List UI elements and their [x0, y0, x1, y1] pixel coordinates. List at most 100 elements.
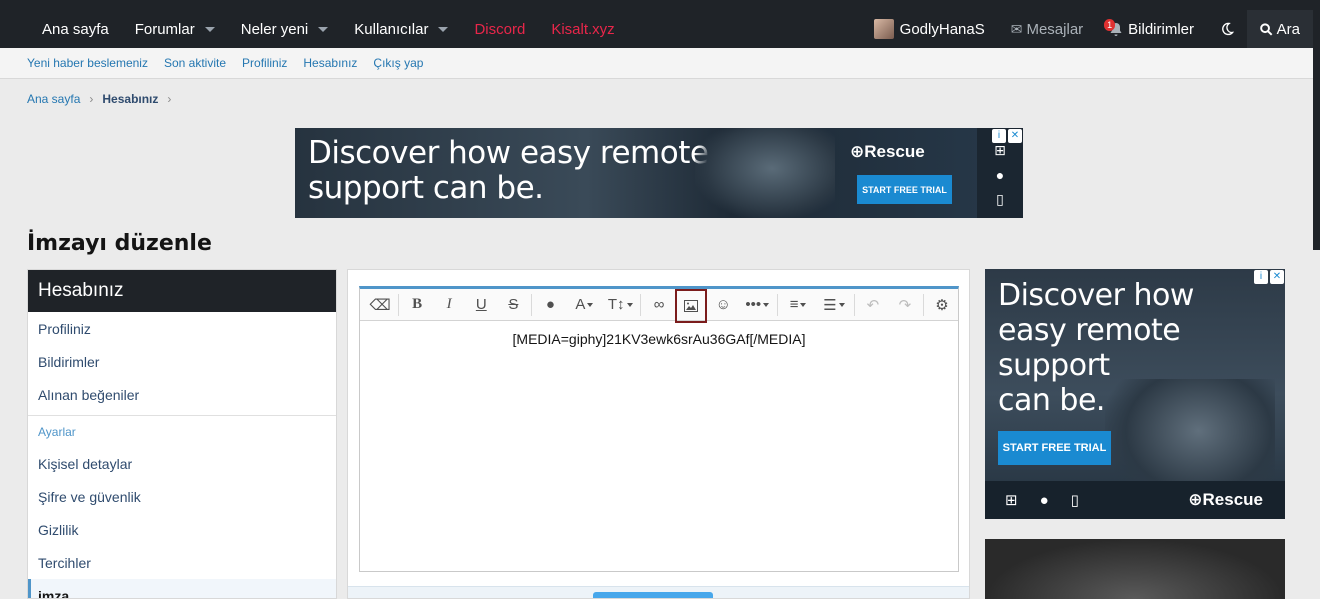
- notifications-link[interactable]: 1 Bildirimler: [1096, 10, 1207, 48]
- nav-whats-new-label: Neler yeni: [240, 20, 309, 38]
- ad-cta-button[interactable]: START FREE TRIAL: [998, 431, 1111, 465]
- avatar: [873, 19, 894, 39]
- signature-textarea[interactable]: [MEDIA=giphy]21KV3ewk6srAu36GAf[/MEDIA]: [360, 321, 958, 357]
- ad-sidebar[interactable]: Discover how easy remote support can be.…: [985, 269, 1285, 519]
- ad-headline-line: Discover how easy remote: [308, 135, 709, 171]
- insert-image-button[interactable]: [675, 288, 708, 323]
- nav-home[interactable]: Ana sayfa: [29, 10, 122, 48]
- subnav-latest-activity[interactable]: Son aktivite: [164, 56, 226, 70]
- main-menu: Ana sayfa Forumlar Neler yeni Kullanıcıl…: [29, 10, 628, 48]
- windows-icon: ⊞: [1005, 492, 1018, 509]
- more-options-button[interactable]: •••: [739, 290, 775, 320]
- signature-content: [MEDIA=giphy]21KV3ewk6srAu36GAf[/MEDIA]: [512, 331, 806, 347]
- subnav-news-feed[interactable]: Yeni haber beslemeniz: [27, 56, 148, 70]
- close-icon[interactable]: ✕: [1270, 270, 1284, 284]
- close-icon[interactable]: ✕: [1008, 129, 1022, 143]
- text-height-icon: T↕: [607, 296, 625, 313]
- ad-brand: ⊕Rescue: [1188, 490, 1263, 510]
- ad-choices[interactable]: i ✕: [992, 129, 1022, 143]
- sidebar-item-reactions[interactable]: Alınan beğeniler: [28, 378, 336, 411]
- list-button[interactable]: ☰: [816, 290, 852, 320]
- subnav-account[interactable]: Hesabınız: [303, 56, 357, 70]
- toolbar-divider: [531, 293, 533, 316]
- messages-link[interactable]: ✉ Mesajlar: [998, 10, 1096, 48]
- bold-button[interactable]: B: [401, 290, 433, 320]
- ad-secondary[interactable]: [985, 539, 1285, 599]
- redo-button[interactable]: ↷: [889, 290, 921, 320]
- search-button[interactable]: Ara: [1247, 10, 1313, 48]
- bold-icon: B: [412, 296, 423, 312]
- sidebar-item-signature[interactable]: imza: [28, 579, 336, 598]
- editor-toolbar: ⌫ B I U S ● A T↕ ∞ ☺ ••• ≡ ☰ ↶ ↷ ⚙: [360, 288, 958, 323]
- insert-smilie-button[interactable]: ☺: [707, 290, 739, 320]
- breadcrumb-home[interactable]: Ana sayfa: [27, 92, 80, 106]
- sidebar-item-profile[interactable]: Profiliniz: [28, 312, 336, 345]
- ad-cta-button[interactable]: START FREE TRIAL: [857, 175, 952, 204]
- toolbar-divider: [853, 293, 855, 316]
- nav-discord-label: Discord: [474, 20, 526, 38]
- ad-brand: ⊕Rescue: [850, 142, 925, 162]
- windows-icon: ⊞: [994, 142, 1006, 158]
- subnav-logout[interactable]: Çıkış yap: [373, 56, 423, 70]
- undo-button[interactable]: ↶: [857, 290, 889, 320]
- ad-banner-top[interactable]: Discover how easy remote support can be.…: [295, 128, 1023, 218]
- sidebar-item-security[interactable]: Şifre ve güvenlik: [28, 480, 336, 513]
- chevron-down-icon: [626, 302, 633, 307]
- editor-settings-button[interactable]: ⚙: [926, 290, 958, 320]
- clear-formatting-button[interactable]: ⌫: [364, 290, 396, 320]
- smile-icon: ☺: [715, 296, 731, 313]
- account-sidebar: Hesabınız Profiliniz Bildirimler Alınan …: [27, 269, 337, 599]
- ad-brand-label: Rescue: [1202, 490, 1263, 509]
- sidebar-item-personal-details[interactable]: Kişisel detaylar: [28, 447, 336, 480]
- plus-circle-icon: ⊕: [1188, 490, 1203, 509]
- sidebar-item-privacy[interactable]: Gizlilik: [28, 513, 336, 546]
- sidebar-item-alerts[interactable]: Bildirimler: [28, 345, 336, 378]
- font-size-button[interactable]: T↕: [602, 290, 638, 320]
- apple-icon: ●: [1039, 491, 1049, 509]
- droplet-icon: ●: [545, 296, 555, 313]
- info-icon[interactable]: i: [992, 129, 1006, 143]
- window-edge: [1313, 0, 1320, 250]
- username: GodlyHanaS: [899, 20, 985, 38]
- italic-button[interactable]: I: [433, 290, 465, 320]
- strikethrough-button[interactable]: S: [497, 290, 529, 320]
- nav-kisalt[interactable]: Kisalt.xyz: [538, 10, 627, 48]
- ad-choices[interactable]: i ✕: [1254, 270, 1284, 284]
- subnav-profile[interactable]: Profiliniz: [242, 56, 287, 70]
- list-icon: ☰: [823, 296, 837, 314]
- plus-circle-icon: ⊕: [850, 142, 865, 161]
- page-title: İmzayı düzenle: [27, 231, 212, 256]
- gear-icon: ⚙: [935, 296, 949, 314]
- theme-toggle[interactable]: [1207, 10, 1247, 48]
- nav-discord[interactable]: Discord: [461, 10, 538, 48]
- mobile-icon: ▯: [1070, 492, 1079, 509]
- ad-headline-line: easy remote: [998, 313, 1181, 348]
- nav-kisalt-label: Kisalt.xyz: [551, 20, 615, 38]
- sidebar-item-preferences[interactable]: Tercihler: [28, 546, 336, 579]
- nav-forums-label: Forumlar: [134, 20, 195, 38]
- save-button[interactable]: [593, 592, 713, 598]
- underline-button[interactable]: U: [465, 290, 497, 320]
- text-color-button[interactable]: ●: [534, 290, 566, 320]
- chevron-down-icon[interactable]: [318, 26, 329, 32]
- sub-navigation: Yeni haber beslemeniz Son aktivite Profi…: [0, 48, 1313, 79]
- apple-icon: ●: [995, 167, 1005, 183]
- toolbar-divider: [777, 293, 779, 316]
- notifications-label: Bildirimler: [1128, 20, 1194, 38]
- chevron-down-icon: [587, 302, 594, 307]
- nav-forums[interactable]: Forumlar: [122, 10, 228, 48]
- font-family-button[interactable]: A: [566, 290, 602, 320]
- top-strip: [0, 0, 1320, 10]
- account-link[interactable]: GodlyHanaS: [861, 10, 998, 48]
- toolbar-divider: [640, 293, 642, 316]
- chevron-down-icon[interactable]: [438, 26, 449, 32]
- info-icon[interactable]: i: [1254, 270, 1268, 284]
- chevron-right-icon: ›: [167, 92, 172, 106]
- nav-whats-new[interactable]: Neler yeni: [228, 10, 342, 48]
- insert-link-button[interactable]: ∞: [643, 290, 675, 320]
- breadcrumb-account[interactable]: Hesabınız: [102, 92, 158, 106]
- align-button[interactable]: ≡: [780, 290, 816, 320]
- chevron-down-icon[interactable]: [204, 26, 215, 32]
- link-icon: ∞: [653, 296, 665, 313]
- nav-members[interactable]: Kullanıcılar: [341, 10, 461, 48]
